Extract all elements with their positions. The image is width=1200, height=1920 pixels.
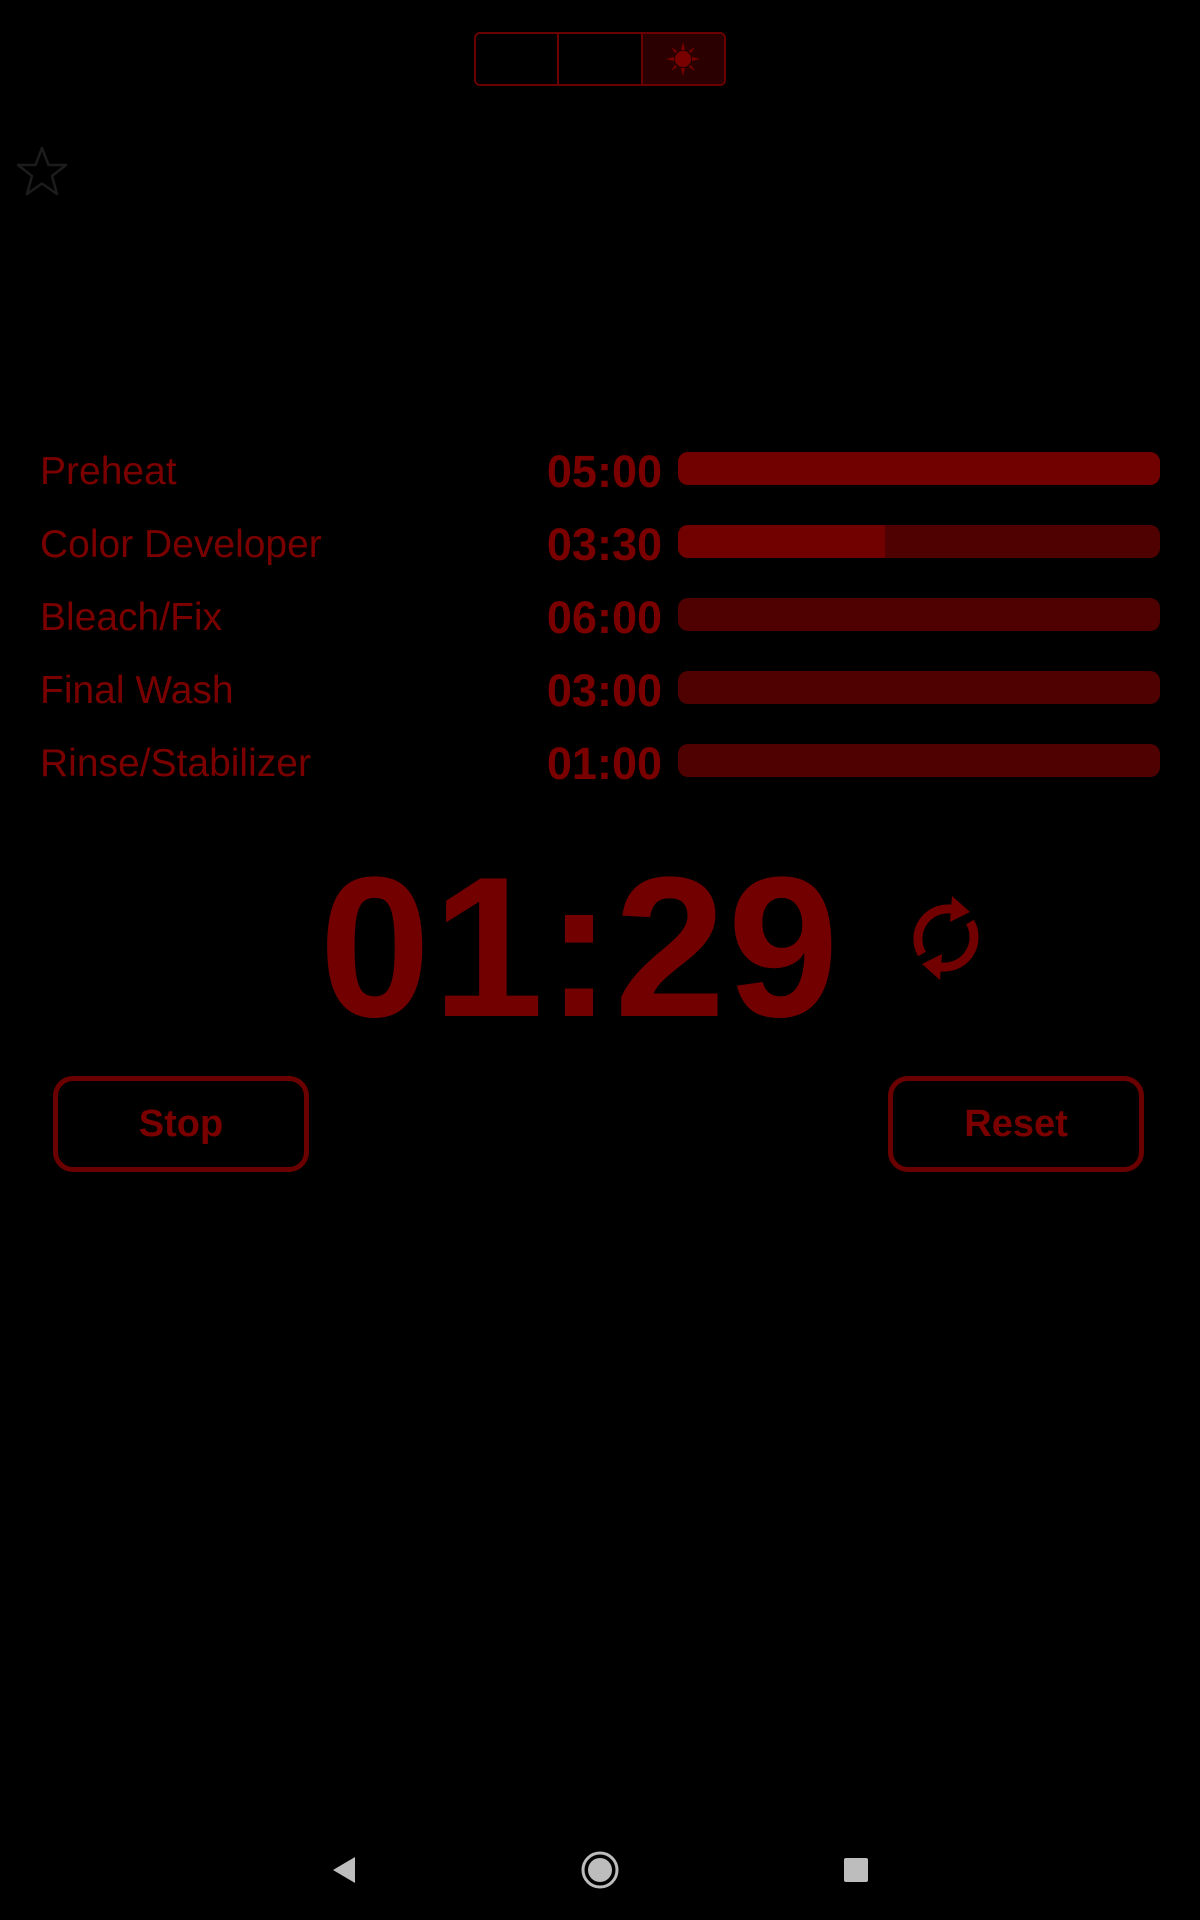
reset-button[interactable]: Reset — [888, 1076, 1144, 1172]
recents-icon — [844, 1858, 868, 1882]
step-name: Preheat — [40, 450, 177, 493]
step-row[interactable]: Bleach/Fix 06:00 — [0, 586, 1200, 659]
step-time: 01:00 — [546, 738, 662, 789]
step-progress-bar — [678, 744, 1160, 777]
star-outline-icon — [16, 146, 68, 196]
step-progress-fill — [678, 525, 886, 558]
theme-segment-3[interactable] — [642, 34, 724, 84]
favorite-button[interactable] — [14, 144, 70, 200]
step-time: 06:00 — [546, 592, 662, 643]
step-row[interactable]: Preheat 05:00 — [0, 440, 1200, 513]
step-row[interactable]: Final Wash 03:00 — [0, 659, 1200, 732]
theme-segment-1[interactable] — [476, 34, 560, 84]
home-button[interactable] — [570, 1840, 630, 1900]
step-name: Bleach/Fix — [40, 596, 223, 639]
step-progress-bar — [678, 598, 1160, 631]
step-name: Color Developer — [40, 523, 322, 566]
sun-icon — [666, 42, 701, 76]
step-time: 03:00 — [546, 665, 662, 716]
step-progress-bar — [678, 525, 1160, 558]
step-time: 03:30 — [546, 519, 662, 570]
refresh-icon — [913, 896, 979, 980]
home-icon — [581, 1851, 619, 1889]
step-progress-bar — [678, 671, 1160, 704]
countdown-timer: 01:29 — [319, 836, 841, 1059]
stop-button[interactable]: Stop — [53, 1076, 309, 1172]
navigation-bar — [0, 1820, 1200, 1920]
step-name: Final Wash — [40, 669, 234, 712]
step-time: 05:00 — [546, 446, 662, 497]
back-button[interactable] — [314, 1840, 374, 1900]
step-row[interactable]: Rinse/Stabilizer 01:00 — [0, 732, 1200, 805]
repeat-button[interactable] — [898, 890, 994, 986]
recents-button[interactable] — [826, 1840, 886, 1900]
step-progress-bar — [678, 452, 1160, 485]
theme-switch — [474, 32, 726, 86]
back-icon — [333, 1857, 355, 1883]
step-progress-fill — [678, 452, 1160, 485]
theme-segment-2[interactable] — [559, 34, 643, 84]
step-name: Rinse/Stabilizer — [40, 742, 311, 785]
step-row[interactable]: Color Developer 03:30 — [0, 513, 1200, 586]
